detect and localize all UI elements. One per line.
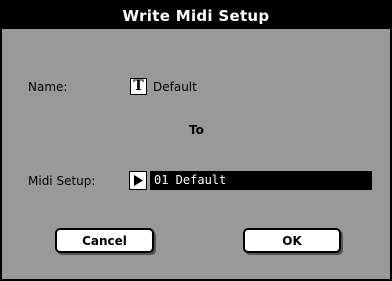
dialog-title: Write Midi Setup — [122, 6, 270, 25]
to-label: To — [189, 123, 204, 137]
cancel-button[interactable]: Cancel — [55, 228, 154, 253]
ok-button[interactable]: OK — [243, 228, 341, 253]
name-value[interactable]: Default — [153, 80, 197, 94]
play-arrow-icon — [134, 175, 143, 186]
midi-setup-value: 01 Default — [154, 173, 227, 187]
midi-setup-select-button[interactable] — [129, 171, 147, 190]
midi-setup-label: Midi Setup: — [28, 174, 96, 188]
text-edit-icon[interactable]: T — [130, 78, 147, 95]
title-bar: Write Midi Setup — [2, 2, 390, 29]
midi-setup-field[interactable]: 01 Default — [150, 171, 372, 190]
name-label: Name: — [28, 80, 68, 94]
write-midi-setup-dialog: Write Midi Setup Name: T Default To Midi… — [0, 0, 392, 281]
